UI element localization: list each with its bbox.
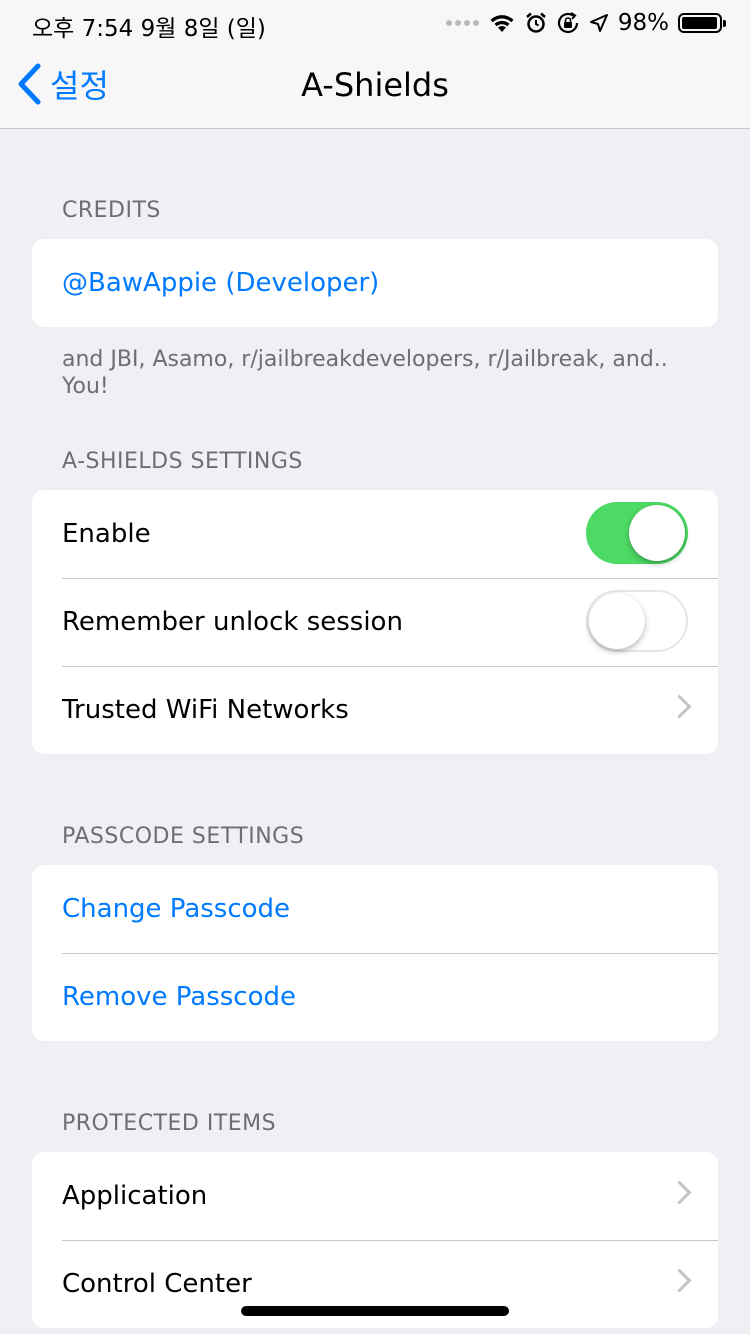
settings-group: Enable Remember unlock session Trusted W…: [32, 490, 718, 754]
status-icons: 98%: [445, 8, 726, 38]
remember-label: Remember unlock session: [62, 607, 403, 637]
battery-icon: [678, 13, 726, 33]
enable-row: Enable: [32, 490, 718, 578]
remember-toggle[interactable]: [586, 590, 688, 652]
trusted-wifi-label: Trusted WiFi Networks: [62, 695, 349, 725]
passcode-header: PASSCODE SETTINGS: [62, 824, 305, 849]
signal-dots-icon: [445, 20, 479, 26]
remember-row: Remember unlock session: [32, 578, 718, 666]
application-row[interactable]: Application: [32, 1152, 718, 1240]
status-time: 오후 7:54 9월 8일 (일): [32, 16, 266, 42]
wifi-icon: [490, 15, 514, 32]
remove-passcode-row[interactable]: Remove Passcode: [32, 953, 718, 1041]
trusted-wifi-row[interactable]: Trusted WiFi Networks: [32, 666, 718, 754]
credits-header: CREDITS: [62, 198, 161, 223]
settings-header: A-SHIELDS SETTINGS: [62, 449, 303, 474]
developer-link-row[interactable]: @BawAppie (Developer): [32, 239, 718, 327]
protected-group: Application Control Center: [32, 1152, 718, 1328]
change-passcode-button[interactable]: Change Passcode: [62, 894, 290, 924]
control-center-label: Control Center: [62, 1269, 252, 1299]
credits-footer: and JBI, Asamo, r/jailbreakdevelopers, r…: [62, 347, 668, 399]
status-bar: 오후 7:54 9월 8일 (일) 98%: [0, 0, 750, 48]
navigation-bar: 설정 A-Shields: [0, 48, 750, 129]
developer-link[interactable]: @BawAppie (Developer): [62, 268, 379, 298]
home-indicator[interactable]: [241, 1306, 509, 1316]
alarm-icon: [526, 12, 546, 33]
chevron-right-icon: [667, 694, 692, 719]
location-icon: [589, 14, 608, 32]
change-passcode-row[interactable]: Change Passcode: [32, 865, 718, 953]
remove-passcode-button[interactable]: Remove Passcode: [62, 982, 296, 1012]
application-label: Application: [62, 1181, 208, 1211]
passcode-group: Change Passcode Remove Passcode: [32, 865, 718, 1041]
orientation-lock-icon: [557, 12, 578, 34]
page-title: A-Shields: [301, 66, 449, 104]
battery-percent: 98%: [617, 10, 669, 36]
credits-group: @BawAppie (Developer): [32, 239, 718, 327]
chevron-right-icon: [667, 1180, 692, 1205]
protected-header: PROTECTED ITEMS: [62, 1111, 277, 1136]
chevron-right-icon: [667, 1268, 692, 1293]
enable-toggle[interactable]: [586, 502, 688, 564]
enable-label: Enable: [62, 519, 151, 549]
